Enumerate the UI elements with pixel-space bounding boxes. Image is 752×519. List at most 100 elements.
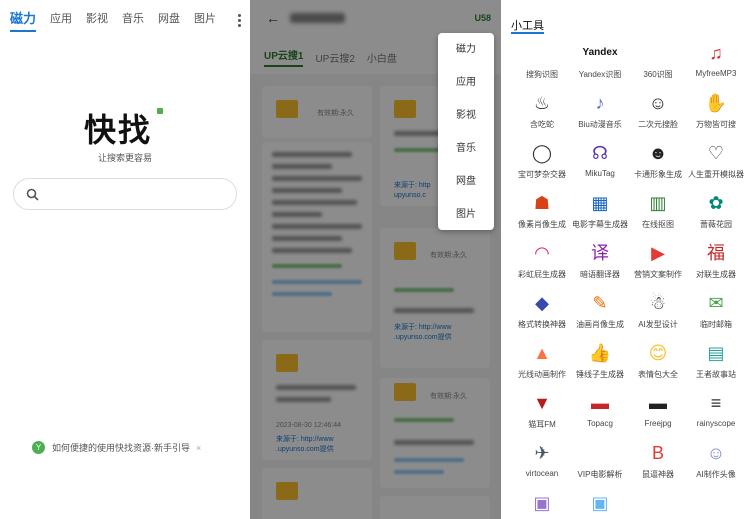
tool-label: 在线抠图 [642, 220, 674, 229]
tool-item[interactable]: ☊ MikuTag [571, 140, 629, 178]
tool-item[interactable]: ◯ 宝可梦杂交器 [513, 140, 571, 180]
tool-item[interactable]: ▬ Freejpg [629, 390, 687, 428]
tool-icon: ♪ [595, 93, 605, 113]
tool-icon: ▼ [533, 393, 551, 413]
tool-item[interactable]: ▬ Topacg [571, 390, 629, 428]
tool-item[interactable]: 搜狗识图 [513, 40, 571, 80]
tool-icon: 👍 [588, 343, 612, 363]
tool-label: 人生重开模拟器 [688, 170, 744, 179]
tool-label: 对联生成器 [696, 270, 736, 279]
tool-item[interactable]: ▥ 在线抠图 [629, 190, 687, 230]
tool-label: 表情包大全 [638, 370, 678, 379]
tool-item[interactable]: ▣anime-pictur [513, 490, 571, 519]
tool-icon: ◠ [534, 243, 550, 263]
search-input[interactable] [13, 178, 237, 210]
tool-label: 光线动画制作 [518, 370, 566, 379]
tool-item[interactable]: ☻ 卡通形象生成 [629, 140, 687, 180]
tool-label: 二次元搜脸 [638, 120, 678, 129]
tool-icon [529, 40, 555, 66]
tool-label: Topacg [587, 419, 613, 428]
guide-text[interactable]: 如何便捷的使用快找资源·新手引导 [52, 441, 190, 454]
tool-label: Freejpg [644, 419, 672, 428]
close-icon[interactable]: × [196, 443, 201, 453]
tool-item[interactable]: ♨ 含吃蛇 [513, 90, 571, 130]
results-panel: ← U58 UP云搜1 UP云搜2 小白盘 有效期:永久 2023-08-30 … [250, 0, 501, 519]
menu-item-magnet[interactable]: 磁力 [438, 33, 494, 66]
tool-icon: ♡ [707, 143, 725, 163]
tool-item[interactable]: 360识图 [629, 40, 687, 80]
tool-icon: ◯ [531, 143, 553, 163]
tool-item[interactable]: B 鼠逼神器 [629, 440, 687, 480]
logo-accent [157, 108, 163, 114]
tool-item[interactable]: ✎ 油画肖像生成 [571, 290, 629, 330]
tool-item[interactable]: ≡ rainyscope [687, 390, 745, 428]
tab-magnet[interactable]: 磁力 [10, 10, 37, 32]
tool-item[interactable]: 福对联生成器 [687, 240, 745, 280]
tool-item[interactable]: ♡ 人生重开模拟器 [687, 140, 745, 180]
tool-icon: ☻ [648, 143, 668, 163]
tool-item[interactable]: ☺ AI制作头像 [687, 440, 745, 480]
tool-icon: 福 [707, 243, 725, 263]
tool-item[interactable]: ▦ 电影字幕生成器 [571, 190, 629, 230]
tool-item[interactable]: ✉ 临时邮箱 [687, 290, 745, 330]
tool-item[interactable]: ▶ 营销文案制作 [629, 240, 687, 280]
menu-item-netdisk[interactable]: 网盘 [438, 165, 494, 198]
tool-icon [645, 40, 671, 66]
more-menu-icon[interactable] [238, 14, 242, 28]
tool-label: 含吃蛇 [530, 120, 554, 129]
tool-item[interactable]: ♪ Biu动漫音乐 [571, 90, 629, 130]
tool-icon: ▥ [649, 193, 667, 213]
menu-item-video[interactable]: 影视 [438, 99, 494, 132]
tool-label: 像素肖像生成 [518, 220, 566, 229]
tool-label: 格式转换神器 [518, 320, 566, 329]
tool-item[interactable]: VIP电影解析 [571, 440, 629, 480]
tool-icon: Yandex [582, 47, 618, 58]
tool-label: VIP电影解析 [577, 470, 623, 479]
tool-label: 360识图 [643, 70, 673, 79]
tool-item[interactable]: ◆ 格式转换神器 [513, 290, 571, 330]
tool-label: 蔷薇花园 [700, 220, 732, 229]
tool-icon: ▣ [591, 493, 609, 513]
tool-icon: ♫ [709, 43, 723, 63]
menu-item-apps[interactable]: 应用 [438, 66, 494, 99]
tab-netdisk[interactable]: 网盘 [158, 10, 180, 28]
tool-label: 搜狗识图 [526, 70, 558, 79]
tool-icon: ▶ [651, 243, 665, 263]
tab-music[interactable]: 音乐 [122, 10, 144, 28]
tool-item[interactable]: ✋ 万物皆可搜 [687, 90, 745, 130]
guide-banner[interactable]: Y 如何便捷的使用快找资源·新手引导 × [32, 441, 201, 454]
tool-item[interactable]: ☃ AI发型设计 [629, 290, 687, 330]
tool-item[interactable]: ☺ 二次元搜脸 [629, 90, 687, 130]
tool-icon: 译 [591, 243, 609, 263]
tool-item[interactable]: Yandex Yandex识图 [571, 40, 629, 80]
tool-item[interactable]: ▤ 王者故事站 [687, 340, 745, 380]
tool-item[interactable]: ✿ 蔷薇花园 [687, 190, 745, 230]
tool-item[interactable]: ▣Safebooru [571, 490, 629, 519]
tool-label: Yandex识图 [578, 70, 622, 79]
tool-icon: ▤ [707, 343, 725, 363]
menu-item-images[interactable]: 图片 [438, 198, 494, 231]
tab-images[interactable]: 图片 [194, 10, 216, 28]
tool-label: AI制作头像 [696, 470, 736, 479]
tool-label: 彩虹屁生成器 [518, 270, 566, 279]
tab-video[interactable]: 影视 [86, 10, 108, 28]
tool-item[interactable]: 😊 表情包大全 [629, 340, 687, 380]
menu-item-music[interactable]: 音乐 [438, 132, 494, 165]
tab-apps[interactable]: 应用 [50, 10, 72, 28]
tool-item[interactable]: 👍 锤线子生成器 [571, 340, 629, 380]
tool-item[interactable]: ▼ 猫耳FM [513, 390, 571, 430]
tool-label: 猫耳FM [528, 420, 556, 429]
tool-item[interactable]: ☗ 像素肖像生成 [513, 190, 571, 230]
tools-title: 小工具 [511, 20, 544, 34]
tool-item[interactable]: ✈ virtocean [513, 440, 571, 478]
guide-icon: Y [32, 441, 45, 454]
tool-label: 王者故事站 [696, 370, 736, 379]
tool-item[interactable]: 译暗语翻译器 [571, 240, 629, 280]
tool-icon: ☗ [533, 193, 551, 213]
tool-item[interactable]: ▲ 光线动画制作 [513, 340, 571, 380]
tool-item[interactable]: ♫ MyfreeMP3 [687, 40, 745, 78]
tool-label: Biu动漫音乐 [578, 120, 622, 129]
tool-icon: ✉ [708, 293, 724, 313]
tool-icon: ✈ [534, 443, 550, 463]
tool-item[interactable]: ◠ 彩虹屁生成器 [513, 240, 571, 280]
